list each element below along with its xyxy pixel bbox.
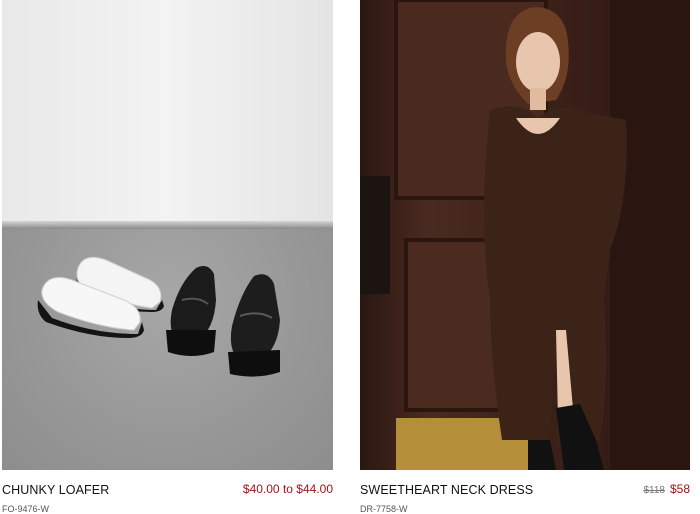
product-name[interactable]: SWEETHEART NECK DRESS xyxy=(360,483,533,497)
product-name[interactable]: CHUNKY LOAFER xyxy=(2,483,109,497)
product-card-sweetheart-neck-dress[interactable]: SWEETHEART NECK DRESS $118 $58 DR-7758-W xyxy=(360,0,690,514)
sale-price: $58 xyxy=(669,482,690,496)
loafers-illustration xyxy=(37,256,280,377)
original-price: $118 xyxy=(643,485,665,496)
product-sku: DR-7758-W xyxy=(360,504,408,514)
product-price-group: $118 $58 xyxy=(643,482,690,496)
model-illustration xyxy=(360,0,690,470)
black-loafer-left xyxy=(166,266,216,356)
product-info: SWEETHEART NECK DRESS $118 $58 DR-7758-W xyxy=(360,470,690,514)
product-card-chunky-loafer[interactable]: CHUNKY LOAFER $40.00 to $44.00 FO-9476-W xyxy=(2,0,333,514)
product-image-sweetheart-neck-dress[interactable] xyxy=(360,0,690,470)
product-price: $40.00 to $44.00 xyxy=(242,482,333,496)
product-sku: FO-9476-W xyxy=(2,504,50,514)
product-image-chunky-loafer[interactable] xyxy=(2,0,333,470)
door-frame xyxy=(610,0,690,470)
black-loafer-right xyxy=(228,274,280,377)
door-plate xyxy=(360,176,390,294)
product-info: CHUNKY LOAFER $40.00 to $44.00 FO-9476-W xyxy=(2,470,333,514)
